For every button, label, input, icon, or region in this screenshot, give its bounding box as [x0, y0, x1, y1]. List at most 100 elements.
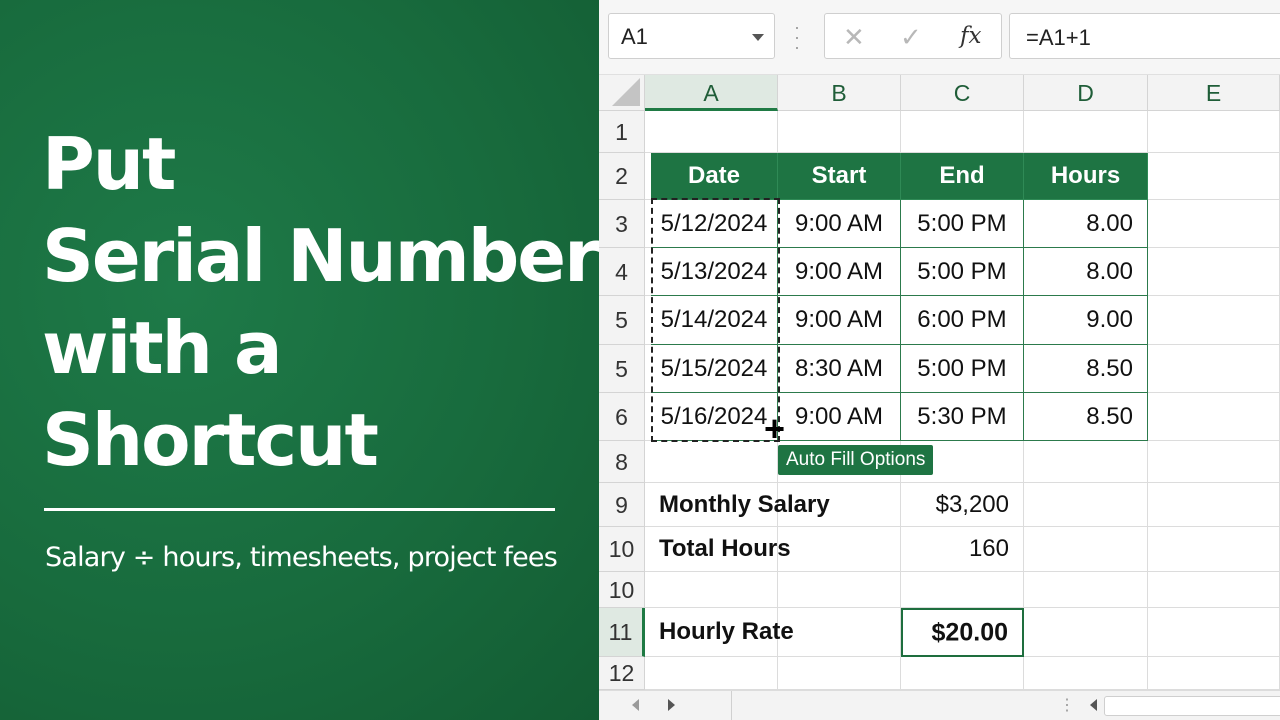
cell[interactable]	[645, 572, 778, 608]
cell[interactable]	[1148, 657, 1280, 690]
summary-label[interactable]: Hourly Rate	[645, 608, 901, 657]
cell[interactable]	[1148, 572, 1280, 608]
table-cell[interactable]: 5:00 PM	[901, 248, 1024, 296]
column-header-d[interactable]: D	[1024, 75, 1148, 111]
row-header[interactable]: 11	[599, 608, 645, 657]
insert-function-button[interactable]: fx	[960, 23, 981, 49]
scroll-left-icon[interactable]	[632, 699, 639, 711]
scrollbar-thumb[interactable]	[1104, 696, 1280, 716]
table-cell[interactable]: 8.00	[1024, 200, 1148, 248]
cell[interactable]	[1024, 572, 1148, 608]
cell[interactable]	[901, 572, 1024, 608]
promo-title: Put Serial Numbers with a Shortcut	[42, 118, 640, 486]
cell[interactable]	[1148, 608, 1280, 657]
scroll-right-icon[interactable]	[668, 699, 675, 711]
table-cell[interactable]: 9:00 AM	[778, 296, 901, 345]
table-cell[interactable]: 8.50	[1024, 393, 1148, 441]
table-header-cell[interactable]: Hours	[1024, 153, 1148, 200]
cell[interactable]	[778, 111, 901, 153]
table-cell[interactable]: 9:00 AM	[778, 393, 901, 441]
cell[interactable]	[645, 111, 778, 153]
row-header[interactable]: 12	[599, 657, 645, 690]
fill-handle-cursor-icon: +	[764, 408, 786, 449]
table-cell[interactable]: 5:30 PM	[901, 393, 1024, 441]
check-icon[interactable]: ✓	[900, 22, 922, 53]
row-header[interactable]: 10	[599, 527, 645, 572]
horizontal-scrollbar[interactable]: ⋮	[599, 690, 1280, 720]
column-header-b[interactable]: B	[778, 75, 901, 111]
table-cell[interactable]: 6:00 PM	[901, 296, 1024, 345]
table-header-cell[interactable]: End	[901, 153, 1024, 200]
table-cell[interactable]: 5:00 PM	[901, 345, 1024, 393]
drag-handle-icon[interactable]: ⋮	[1059, 695, 1075, 715]
cell[interactable]	[1148, 153, 1280, 200]
cell[interactable]	[1024, 657, 1148, 690]
cell[interactable]	[1148, 200, 1280, 248]
x-icon[interactable]: ✕	[843, 22, 865, 53]
select-all-corner[interactable]	[599, 75, 645, 111]
summary-value[interactable]: $3,200	[901, 483, 1024, 527]
cell[interactable]	[1024, 483, 1148, 527]
table-cell[interactable]: 9:00 AM	[778, 200, 901, 248]
hourly-rate-cell-text: $20.00	[931, 618, 1008, 646]
cell[interactable]	[1024, 441, 1148, 483]
table-cell[interactable]: 9:00 AM	[778, 248, 901, 296]
table-cell[interactable]: 8.00	[1024, 248, 1148, 296]
cell[interactable]	[1148, 441, 1280, 483]
cell[interactable]	[1148, 296, 1280, 345]
table-cell-text: 5:00 PM	[917, 209, 1007, 237]
summary-label[interactable]: Total Hours	[645, 527, 901, 572]
cell[interactable]	[1148, 393, 1280, 441]
cell[interactable]	[901, 657, 1024, 690]
row-header[interactable]: 10	[599, 572, 645, 608]
table-cell[interactable]: 5/15/2024	[651, 345, 778, 393]
column-header-a[interactable]: A	[645, 75, 778, 111]
column-header-c[interactable]: C	[901, 75, 1024, 111]
table-cell[interactable]: 9.00	[1024, 296, 1148, 345]
row-header[interactable]: 5	[599, 345, 645, 393]
row-header[interactable]: 4	[599, 248, 645, 296]
row-header[interactable]: 3	[599, 200, 645, 248]
cell[interactable]	[778, 657, 901, 690]
table-cell[interactable]: 5/13/2024	[651, 248, 778, 296]
cell[interactable]	[645, 441, 778, 483]
cell[interactable]	[645, 657, 778, 690]
cell[interactable]	[1024, 608, 1148, 657]
scroll-left-icon[interactable]	[1090, 699, 1097, 711]
cell[interactable]	[1148, 248, 1280, 296]
row-header[interactable]: 6	[599, 393, 645, 441]
table-cell[interactable]: 5/16/2024	[651, 393, 778, 441]
cell[interactable]	[1148, 111, 1280, 153]
cell[interactable]	[1148, 527, 1280, 572]
cell[interactable]	[901, 111, 1024, 153]
summary-value[interactable]: 160	[901, 527, 1024, 572]
cell[interactable]	[1148, 345, 1280, 393]
table-cell-text: 5/16/2024	[660, 402, 768, 430]
cell[interactable]	[1024, 111, 1148, 153]
cell[interactable]	[778, 572, 901, 608]
drag-handle-icon[interactable]: · · ·	[794, 18, 800, 56]
chevron-down-icon[interactable]	[752, 34, 764, 41]
row-header[interactable]: 9	[599, 483, 645, 527]
table-cell[interactable]: 8.50	[1024, 345, 1148, 393]
table-cell[interactable]: 5/14/2024	[651, 296, 778, 345]
row-header[interactable]: 5	[599, 296, 645, 345]
hourly-rate-cell[interactable]: $20.00	[901, 608, 1024, 657]
table-cell[interactable]: 8:30 AM	[778, 345, 901, 393]
table-cell-text: 5:00 PM	[917, 257, 1007, 285]
name-box[interactable]: A1	[608, 13, 775, 59]
table-header-cell[interactable]: Start	[778, 153, 901, 200]
table-cell-text: 6:00 PM	[917, 306, 1007, 333]
row-header[interactable]: 2	[599, 153, 645, 200]
summary-label[interactable]: Monthly Salary	[645, 483, 901, 527]
table-cell[interactable]: 5/12/2024	[651, 200, 778, 248]
table-cell[interactable]: 5:00 PM	[901, 200, 1024, 248]
row-header[interactable]: 8	[599, 441, 645, 483]
auto-fill-options-button[interactable]: Auto Fill Options	[778, 445, 934, 475]
table-header-cell[interactable]: Date	[651, 153, 778, 200]
cell[interactable]	[1148, 483, 1280, 527]
cell[interactable]	[1024, 527, 1148, 572]
column-header-e[interactable]: E	[1148, 75, 1280, 111]
formula-input[interactable]: =A1+1	[1009, 13, 1280, 59]
row-header[interactable]: 1	[599, 111, 645, 153]
